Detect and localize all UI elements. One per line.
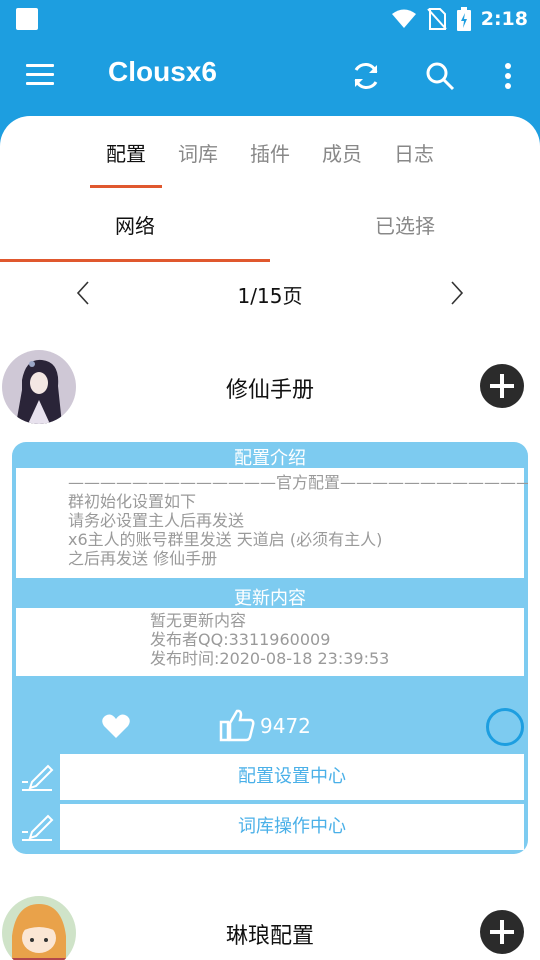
lexicon-row: 词库操作中心	[12, 804, 528, 850]
add-button[interactable]	[480, 364, 524, 408]
edit-icon	[22, 764, 54, 791]
subtab-network[interactable]: 网络	[0, 206, 270, 262]
tab-config[interactable]: 配置	[90, 136, 162, 188]
sub-tabs: 网络 已选择	[0, 206, 540, 262]
pager: 1/15页	[0, 274, 540, 314]
menu-button[interactable]	[22, 60, 62, 92]
tab-logs[interactable]: 日志	[378, 136, 450, 188]
main-tabs: 配置 词库 插件 成员 日志	[90, 136, 450, 188]
wifi-icon	[391, 9, 416, 28]
search-icon[interactable]	[422, 58, 458, 94]
intro-box: —————————————官方配置————————————— 群初始化设置如下 …	[16, 468, 528, 578]
intro-title: 配置介绍	[234, 448, 306, 469]
config-card: 配置介绍 —————————————官方配置————————————— 群初始化…	[12, 442, 528, 854]
settings-row: 配置设置中心	[12, 754, 528, 800]
add-button[interactable]	[480, 910, 524, 954]
clock: 2:18	[480, 8, 528, 30]
config-name: 琳琅配置	[225, 924, 314, 949]
tab-lexicon[interactable]: 词库	[162, 136, 234, 188]
subtab-selected[interactable]: 已选择	[270, 206, 540, 262]
toolbar: Clousx6	[0, 38, 540, 114]
config-settings-button[interactable]: 配置设置中心	[60, 754, 524, 800]
status-bar: 2:18	[0, 0, 540, 38]
config-item-header: 修仙手册	[0, 350, 540, 430]
item-actions: 9472	[12, 704, 528, 750]
config-name: 修仙手册	[225, 378, 314, 403]
edit-icon	[22, 814, 54, 841]
content-sheet: 配置 词库 插件 成员 日志 网络 已选择 1/15页 修仙手册 配置介绍 ——…	[0, 116, 540, 960]
next-page-icon[interactable]	[440, 278, 470, 308]
tab-plugins[interactable]: 插件	[234, 136, 306, 188]
config-item-header: 琳琅配置	[0, 896, 540, 960]
status-icons: 2:18	[391, 6, 528, 32]
update-title: 更新内容	[234, 588, 306, 609]
select-radio[interactable]	[486, 708, 524, 746]
notification-icon	[16, 8, 38, 30]
like-count: 9472	[260, 714, 311, 738]
battery-icon	[456, 7, 471, 31]
update-box: 暂无更新内容 发布者QQ:3311960009 发布时间:2020-08-18 …	[16, 608, 524, 676]
favorite-icon[interactable]	[100, 710, 132, 742]
tab-members[interactable]: 成员	[306, 136, 378, 188]
like-icon[interactable]	[218, 706, 256, 744]
more-icon[interactable]	[490, 58, 526, 94]
app-title: Clousx6	[108, 56, 217, 87]
lexicon-operations-button[interactable]: 词库操作中心	[60, 804, 524, 850]
no-sim-icon	[426, 8, 447, 30]
refresh-icon[interactable]	[348, 58, 384, 94]
